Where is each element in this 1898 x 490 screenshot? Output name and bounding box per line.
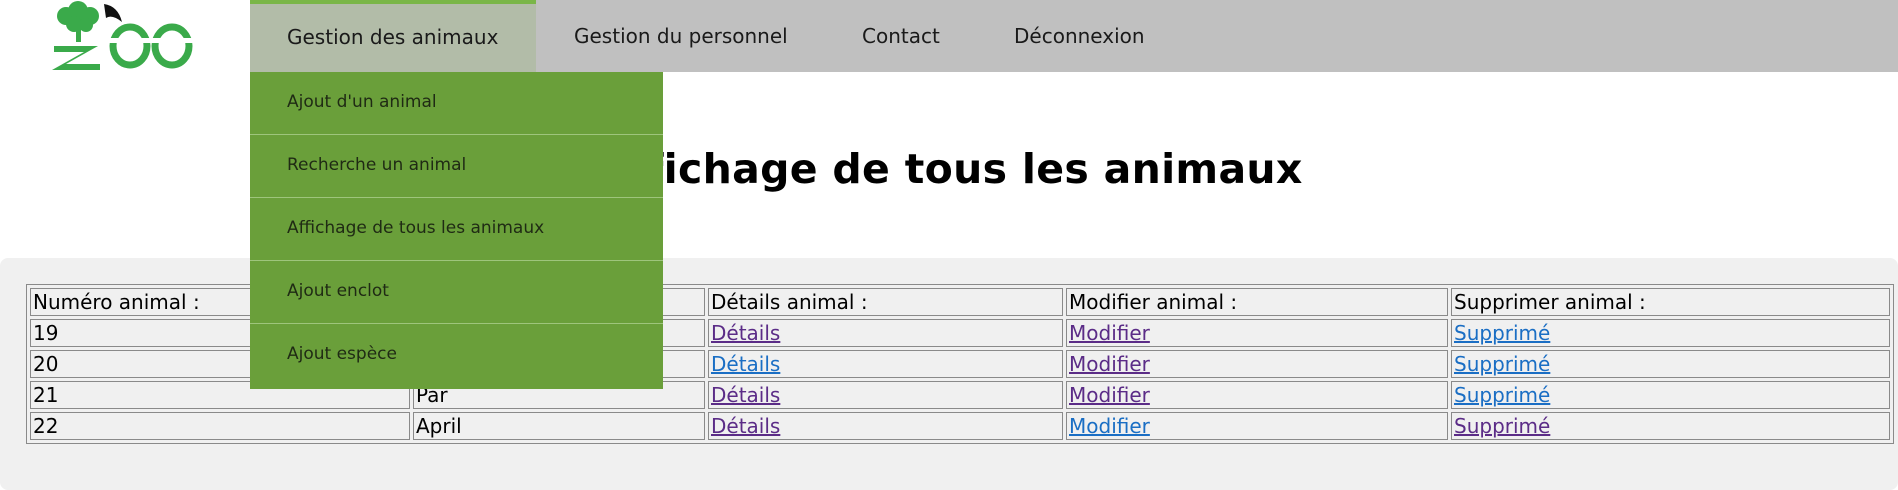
- details-link[interactable]: Détails: [711, 321, 780, 345]
- main-navbar: Gestion des animaux Gestion du personnel…: [250, 0, 1898, 72]
- animals-dropdown-menu: Ajout d'un animal Recherche un animal Af…: [250, 72, 663, 389]
- cell-nom: April: [413, 412, 705, 440]
- supprimer-link[interactable]: Supprimé: [1454, 352, 1550, 376]
- header-modifier: Modifier animal :: [1066, 288, 1448, 316]
- zoo-logo[interactable]: [46, 0, 206, 72]
- cell-details: Détails: [708, 381, 1063, 409]
- cell-details: Détails: [708, 319, 1063, 347]
- modifier-link[interactable]: Modifier: [1069, 383, 1150, 407]
- menu-item-ajout-enclot[interactable]: Ajout enclot: [250, 261, 663, 324]
- menu-item-recherche-animal[interactable]: Recherche un animal: [250, 135, 663, 198]
- nav-contact[interactable]: Contact: [862, 0, 940, 72]
- nav-deconnexion[interactable]: Déconnexion: [1014, 0, 1145, 72]
- modifier-link[interactable]: Modifier: [1069, 414, 1150, 438]
- header-details: Détails animal :: [708, 288, 1063, 316]
- menu-item-ajout-espece[interactable]: Ajout espèce: [250, 324, 663, 389]
- modifier-link[interactable]: Modifier: [1069, 352, 1150, 376]
- cell-supprimer: Supprimé: [1451, 412, 1890, 440]
- cell-supprimer: Supprimé: [1451, 319, 1890, 347]
- cell-details: Détails: [708, 412, 1063, 440]
- details-link[interactable]: Détails: [711, 414, 780, 438]
- cell-details: Détails: [708, 350, 1063, 378]
- nav-gestion-personnel[interactable]: Gestion du personnel: [574, 0, 788, 72]
- menu-item-affichage-animaux[interactable]: Affichage de tous les animaux: [250, 198, 663, 261]
- cell-modifier: Modifier: [1066, 319, 1448, 347]
- menu-item-ajout-animal[interactable]: Ajout d'un animal: [250, 72, 663, 135]
- table-row: 22 April Détails Modifier Supprimé: [30, 412, 1890, 440]
- modifier-link[interactable]: Modifier: [1069, 321, 1150, 345]
- cell-modifier: Modifier: [1066, 381, 1448, 409]
- supprimer-link[interactable]: Supprimé: [1454, 383, 1550, 407]
- cell-modifier: Modifier: [1066, 412, 1448, 440]
- cell-modifier: Modifier: [1066, 350, 1448, 378]
- supprimer-link[interactable]: Supprimé: [1454, 321, 1550, 345]
- details-link[interactable]: Détails: [711, 352, 780, 376]
- cell-supprimer: Supprimé: [1451, 381, 1890, 409]
- details-link[interactable]: Détails: [711, 383, 780, 407]
- supprimer-link[interactable]: Supprimé: [1454, 414, 1550, 438]
- cell-numero: 22: [30, 412, 410, 440]
- cell-supprimer: Supprimé: [1451, 350, 1890, 378]
- header-supprimer: Supprimer animal :: [1451, 288, 1890, 316]
- nav-gestion-animaux[interactable]: Gestion des animaux: [250, 0, 536, 72]
